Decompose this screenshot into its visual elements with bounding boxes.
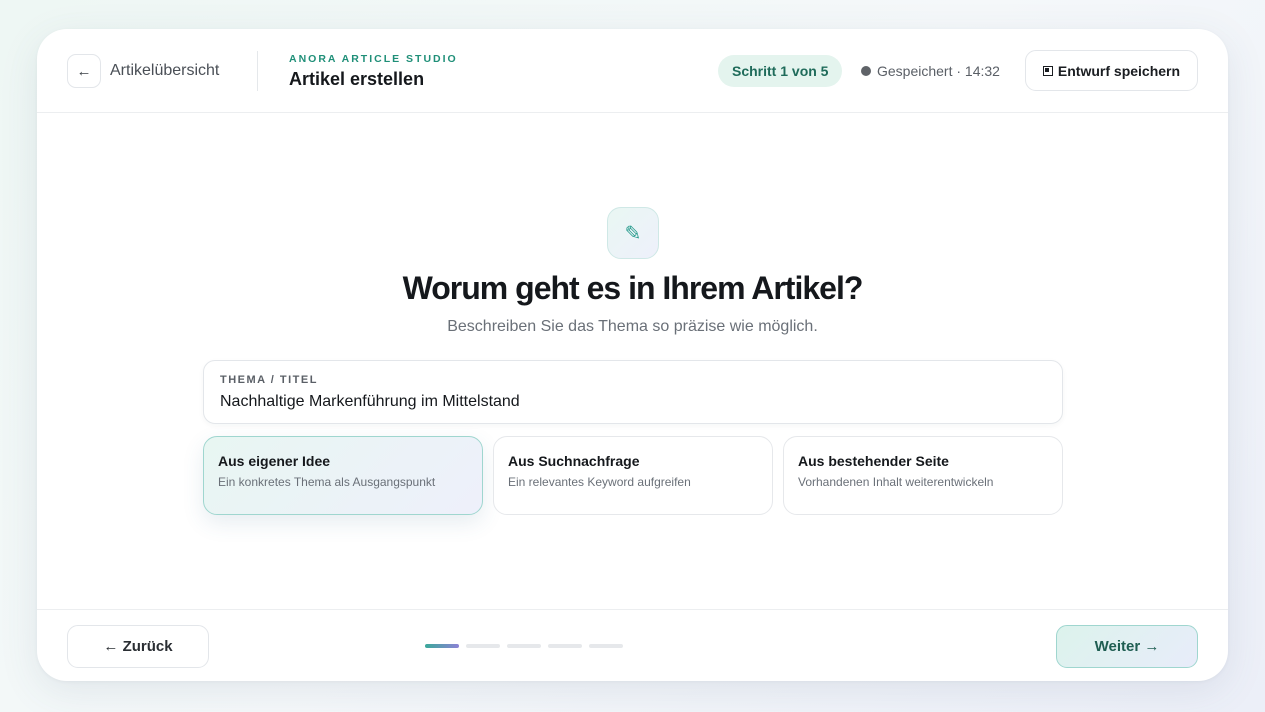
save-status: Gespeichert · 14:32: [861, 63, 1000, 79]
option-title: Aus eigener Idee: [218, 453, 331, 469]
option-description: Ein relevantes Keyword aufgreifen: [508, 475, 691, 489]
previous-button[interactable]: ← Zurück: [67, 625, 209, 668]
option-search-demand[interactable]: Aus Suchnachfrage Ein relevantes Keyword…: [493, 436, 773, 515]
question-heading: Worum geht es in Ihrem Artikel?: [402, 270, 864, 306]
header-divider: [257, 51, 258, 91]
arrow-left-icon: ←: [76, 62, 92, 80]
step-progress-indicator: [425, 644, 623, 648]
option-title: Aus bestehender Seite: [798, 453, 949, 469]
page-title: Artikel erstellen: [289, 69, 425, 89]
header-bar: ← Artikelübersicht ANORA ARTICLE STUDIO …: [37, 29, 1228, 113]
option-own-idea[interactable]: Aus eigener Idee Ein konkretes Thema als…: [203, 436, 483, 515]
app-window: ← Artikelübersicht ANORA ARTICLE STUDIO …: [37, 29, 1228, 681]
save-draft-button[interactable]: Entwurf speichern: [1025, 50, 1198, 91]
option-existing-page[interactable]: Aus bestehender Seite Vorhandenen Inhalt…: [783, 436, 1063, 515]
save-status-text: Gespeichert · 14:32: [877, 63, 1000, 79]
topic-field[interactable]: THEMA / TITEL: [203, 360, 1063, 424]
topic-field-label: THEMA / TITEL: [220, 374, 318, 386]
progress-segment: [589, 644, 623, 648]
save-disk-icon: [1042, 65, 1053, 76]
option-title: Aus Suchnachfrage: [508, 453, 640, 469]
brand-label: ANORA ARTICLE STUDIO: [289, 53, 458, 65]
status-dot-icon: [861, 66, 871, 76]
back-to-overview-link[interactable]: Artikelübersicht: [110, 62, 219, 80]
pencil-glyph: ✎: [624, 222, 642, 245]
footer-bar: ← Zurück Weiter →: [37, 609, 1228, 681]
next-button[interactable]: Weiter →: [1056, 625, 1198, 668]
step-badge: Schritt 1 von 5: [718, 55, 843, 87]
topic-input[interactable]: [220, 393, 1040, 411]
option-description: Ein konkretes Thema als Ausgangspunkt: [218, 475, 436, 489]
save-draft-label: Entwurf speichern: [1057, 62, 1181, 79]
progress-segment: [425, 644, 459, 648]
question-subtitle: Beschreiben Sie das Thema so präzise wie…: [447, 318, 818, 335]
pencil-icon: ✎: [607, 207, 659, 259]
back-to-overview-button[interactable]: ←: [67, 54, 101, 88]
progress-segment: [466, 644, 500, 648]
progress-segment: [507, 644, 541, 648]
progress-segment: [548, 644, 582, 648]
option-description: Vorhandenen Inhalt weiterentwickeln: [798, 475, 994, 489]
